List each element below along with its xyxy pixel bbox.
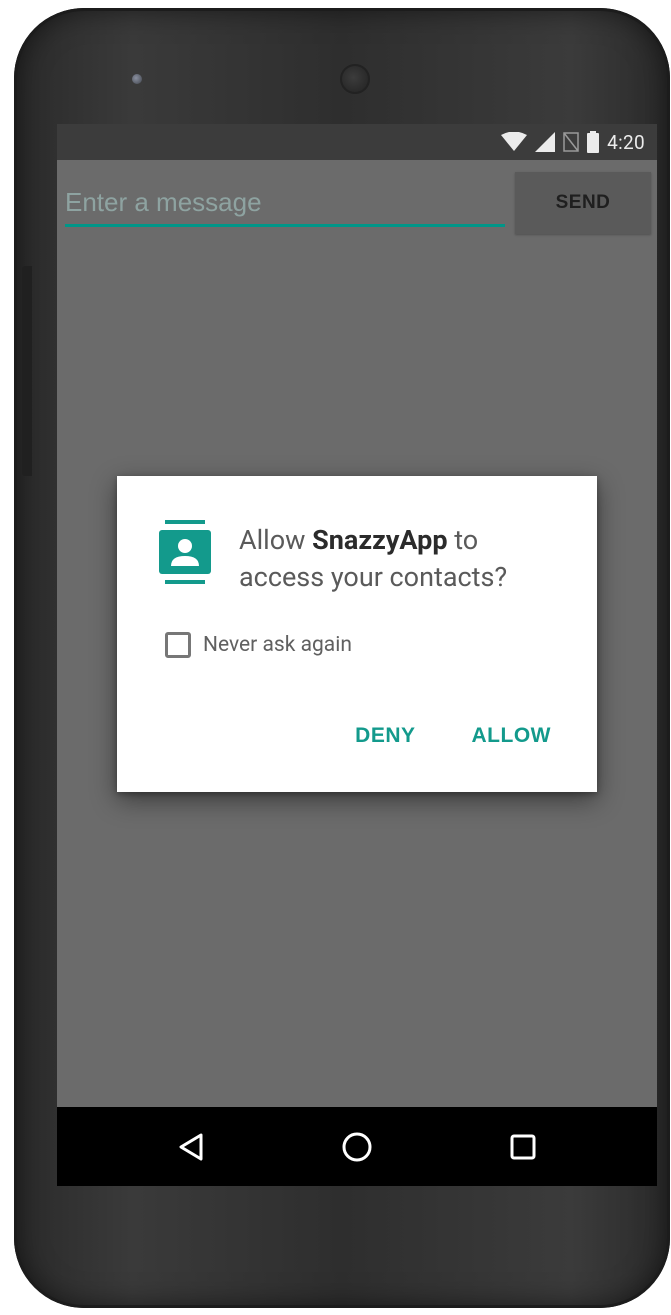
back-icon — [179, 1133, 203, 1161]
cell-signal-icon — [535, 132, 556, 152]
front-camera — [340, 64, 370, 94]
title-suffix: access your contacts? — [239, 561, 508, 593]
send-button[interactable]: SEND — [515, 172, 651, 234]
deny-button[interactable]: DENY — [355, 724, 415, 748]
status-bar: 4:20 — [57, 124, 657, 160]
home-icon — [342, 1132, 372, 1162]
never-ask-checkbox[interactable] — [165, 632, 191, 658]
home-button[interactable] — [337, 1127, 377, 1167]
screen: 4:20 SEND Allow SnazzyApp to access your… — [57, 124, 657, 1186]
never-ask-label: Never ask again — [203, 633, 352, 657]
app-name: SnazzyApp — [312, 524, 448, 556]
allow-button[interactable]: ALLOW — [472, 724, 551, 748]
wifi-icon — [501, 132, 528, 151]
power-button — [22, 266, 32, 476]
recents-icon — [510, 1134, 536, 1160]
status-time: 4:20 — [607, 130, 645, 154]
sensor-dot — [132, 74, 142, 84]
never-ask-row[interactable]: Never ask again — [165, 632, 352, 658]
title-prefix: Allow — [239, 524, 313, 556]
message-input[interactable] — [65, 180, 505, 227]
back-button[interactable] — [171, 1127, 211, 1167]
contacts-icon — [159, 520, 211, 584]
status-icons: 4:20 — [501, 130, 645, 154]
navigation-bar — [57, 1107, 657, 1186]
phone-frame: 4:20 SEND Allow SnazzyApp to access your… — [14, 8, 670, 1308]
dialog-actions: DENY ALLOW — [355, 724, 551, 748]
title-mid: to — [447, 524, 479, 556]
dialog-title: Allow SnazzyApp to access your contacts? — [239, 522, 569, 596]
no-sim-icon — [563, 132, 579, 152]
battery-icon — [587, 131, 600, 153]
permission-dialog: Allow SnazzyApp to access your contacts?… — [117, 476, 597, 792]
recents-button[interactable] — [503, 1127, 543, 1167]
